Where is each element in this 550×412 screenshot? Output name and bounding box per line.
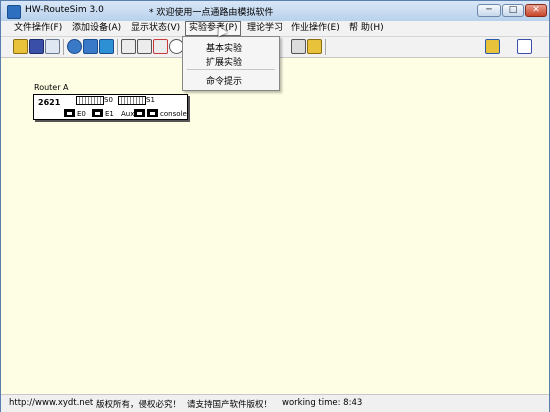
app-icon <box>7 5 21 19</box>
experiment-dropdown: 基本实验 扩展实验 命令提示 <box>182 36 280 91</box>
port-label-s1: S1 <box>146 96 155 104</box>
router-name-label: Router A <box>34 83 69 92</box>
menu-view-status[interactable]: 显示状态(V) <box>128 22 183 35</box>
welcome-message: * 欢迎使用一点通路由模拟软件 <box>149 8 274 18</box>
key-icon[interactable] <box>307 39 322 54</box>
router-icon[interactable] <box>67 39 82 54</box>
router-model: 2621 <box>38 98 61 107</box>
console-port-icon[interactable] <box>147 109 158 117</box>
toolbar-separator <box>117 39 118 55</box>
serial-port-icon[interactable] <box>76 96 104 105</box>
menu-extended-experiment[interactable]: 扩展实验 <box>206 55 242 68</box>
status-bar: http://www.xydt.net 版权所有，侵权必究！ 请支持国产软件版权… <box>1 394 549 412</box>
link-icon[interactable] <box>291 39 306 54</box>
port-label-s0: S0 <box>104 96 113 104</box>
window-title: HW-RouteSim 3.0 <box>25 5 104 15</box>
toolbar-separator <box>63 39 64 55</box>
router2-icon[interactable] <box>83 39 98 54</box>
aux-port-icon[interactable] <box>134 109 145 117</box>
port-label-e0: E0 <box>77 110 86 118</box>
menu-help[interactable]: 帮 助(H) <box>346 22 387 35</box>
dropdown-separator <box>187 69 275 70</box>
device-c-icon[interactable] <box>153 39 168 54</box>
close-button[interactable]: ✕ <box>525 4 547 17</box>
export-icon[interactable] <box>485 39 500 54</box>
menu-theory[interactable]: 理论学习 <box>244 22 286 35</box>
title-bar[interactable]: HW-RouteSim 3.0 * 欢迎使用一点通路由模拟软件 ─ □ ✕ <box>1 1 549 22</box>
device-a-icon[interactable] <box>121 39 136 54</box>
status-support: 请支持国产软件版权！ <box>187 400 273 410</box>
menu-bar: 文件操作(F) 添加设备(A) 显示状态(V) 实验参考(P) 理论学习 作业操… <box>1 21 549 37</box>
ethernet-port-icon[interactable] <box>92 109 103 117</box>
router-device[interactable]: 2621 S0 S1 E0 E1 Aux console <box>33 94 188 120</box>
menu-experiment[interactable]: 实验参考(P) <box>185 21 242 36</box>
status-url[interactable]: http://www.xydt.net <box>9 398 93 408</box>
menu-homework[interactable]: 作业操作(E) <box>288 22 343 35</box>
status-copyright: 版权所有，侵权必究！ <box>96 400 182 410</box>
open-folder-icon[interactable] <box>13 39 28 54</box>
exit-icon[interactable] <box>517 39 532 54</box>
menu-basic-experiment[interactable]: 基本实验 <box>206 41 242 54</box>
serial-port-icon[interactable] <box>118 96 146 105</box>
menu-command-hint[interactable]: 命令提示 <box>206 74 242 87</box>
save-icon[interactable] <box>29 39 44 54</box>
menu-add-device[interactable]: 添加设备(A) <box>69 22 124 35</box>
undo-icon[interactable] <box>45 39 60 54</box>
app-window: HW-RouteSim 3.0 * 欢迎使用一点通路由模拟软件 ─ □ ✕ 文件… <box>0 0 550 412</box>
ethernet-port-icon[interactable] <box>64 109 75 117</box>
port-label-aux: Aux <box>121 110 135 118</box>
maximize-button[interactable]: □ <box>502 4 524 17</box>
status-working-time: working time: 8:43 <box>282 398 363 408</box>
port-label-e1: E1 <box>105 110 114 118</box>
toolbar-separator <box>325 39 326 55</box>
menu-file[interactable]: 文件操作(F) <box>11 22 65 35</box>
port-label-console: console <box>160 110 187 118</box>
device-b-icon[interactable] <box>137 39 152 54</box>
minimize-button[interactable]: ─ <box>477 4 501 17</box>
pc-icon[interactable] <box>99 39 114 54</box>
